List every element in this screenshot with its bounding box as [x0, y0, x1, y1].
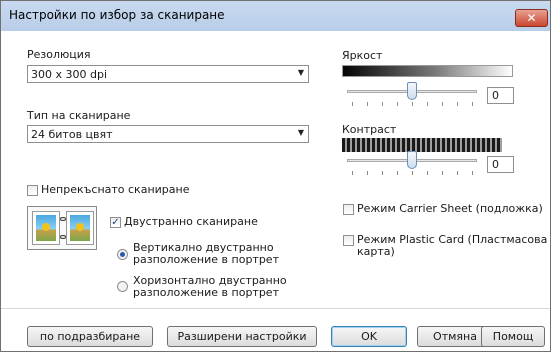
close-icon: ✕ [526, 11, 537, 25]
resolution-value: 300 x 300 dpi [31, 68, 108, 81]
contrast-bar [342, 138, 502, 152]
brightness-input[interactable]: 0 [487, 87, 514, 104]
brightness-label: Яркост [342, 49, 383, 62]
duplex-scan-label: Двустранно сканиране [124, 215, 258, 228]
default-button[interactable]: по подразбиране [27, 326, 153, 347]
vertical-duplex-line2: разположение в портрет [133, 253, 279, 266]
contrast-ticks [352, 171, 473, 175]
brightness-gradient [342, 65, 513, 77]
continuous-scan-checkbox[interactable] [27, 185, 38, 196]
plastic-card-line2: карта) [357, 245, 395, 258]
chevron-down-icon: ▼ [297, 128, 304, 137]
resolution-label: Резолюция [27, 48, 91, 61]
page-image-icon [32, 211, 60, 245]
radio-vertical-duplex[interactable] [117, 249, 128, 260]
duplex-scan-checkbox[interactable]: ✓ [110, 217, 121, 228]
horizontal-duplex-line2: разположение в портрет [133, 286, 279, 299]
contrast-slider-thumb[interactable] [407, 151, 417, 169]
brightness-ticks [352, 102, 473, 106]
advanced-settings-button[interactable]: Разширени настройки [167, 326, 317, 347]
ok-button[interactable]: OK [331, 326, 407, 347]
plastic-card-checkbox[interactable] [343, 235, 354, 246]
radio-horizontal-duplex[interactable] [117, 281, 128, 292]
duplex-preview-image [27, 206, 97, 250]
scan-type-select[interactable]: 24 битов цвят ▼ [27, 125, 309, 143]
close-button[interactable]: ✕ [515, 9, 548, 27]
title-bar: Настройки по избор за сканиране ✕ [1, 1, 550, 31]
chevron-down-icon: ▼ [297, 68, 304, 77]
carrier-sheet-checkbox[interactable] [343, 204, 354, 215]
scan-type-label: Тип на сканиране [27, 109, 131, 122]
binding-ring-icon [60, 235, 66, 239]
brightness-slider-thumb[interactable] [407, 82, 417, 100]
scan-type-value: 24 битов цвят [31, 128, 113, 141]
contrast-label: Контраст [342, 123, 397, 136]
resolution-select[interactable]: 300 x 300 dpi ▼ [27, 65, 309, 83]
carrier-sheet-label: Режим Carrier Sheet (подложка) [357, 202, 543, 215]
continuous-scan-label: Непрекъснато сканиране [41, 183, 190, 196]
contrast-input[interactable]: 0 [487, 156, 514, 173]
help-button[interactable]: Помощ [481, 326, 545, 347]
footer-divider [1, 308, 550, 309]
checkmark-icon: ✓ [111, 217, 120, 228]
binding-ring-icon [60, 217, 66, 221]
page-image-icon [66, 211, 94, 245]
dialog-title: Настройки по избор за сканиране [9, 8, 225, 22]
scan-settings-dialog: Настройки по избор за сканиране ✕ Резолю… [0, 0, 551, 352]
